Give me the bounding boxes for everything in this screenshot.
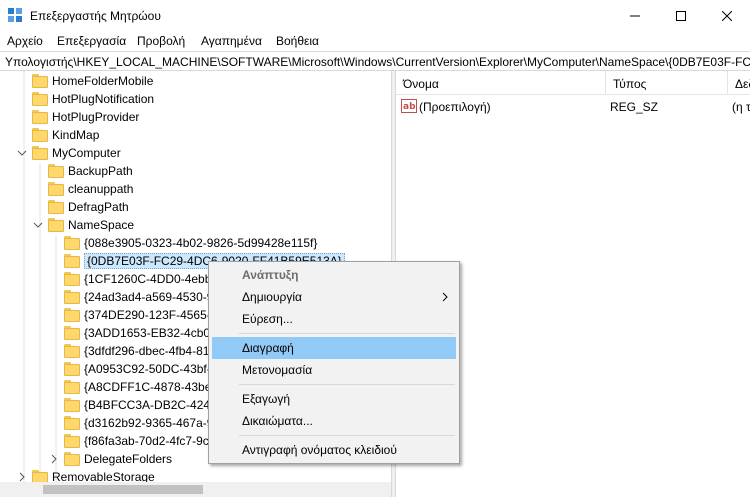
folder-icon bbox=[64, 434, 80, 448]
folder-icon bbox=[64, 398, 80, 412]
tree-item[interactable]: BackupPath bbox=[0, 162, 391, 180]
menu-separator bbox=[239, 435, 455, 436]
menu-bar: Αρχείο Επεξεργασία Προβολή Αγαπημένα Βοή… bbox=[0, 31, 750, 51]
menu-favorites[interactable]: Αγαπημένα bbox=[201, 34, 262, 48]
tree-item[interactable]: MyComputer bbox=[0, 144, 391, 162]
column-label: Τύπος bbox=[613, 77, 647, 91]
tree-item[interactable]: HotPlugProvider bbox=[0, 108, 391, 126]
folder-icon bbox=[64, 362, 80, 376]
tree-item-label: KindMap bbox=[52, 128, 100, 142]
column-header-data[interactable]: Δεδομένα bbox=[728, 71, 750, 95]
folder-icon bbox=[32, 128, 48, 142]
tree-item[interactable]: DefragPath bbox=[0, 198, 391, 216]
registry-editor-icon bbox=[8, 8, 22, 22]
value-type: REG_SZ bbox=[610, 100, 659, 114]
folder-icon bbox=[64, 272, 80, 286]
menu-item-label: Εξαγωγή bbox=[242, 392, 291, 406]
close-icon bbox=[722, 10, 732, 21]
address-path[interactable]: Υπολογιστής\HKEY_LOCAL_MACHINE\SOFTWARE\… bbox=[5, 55, 750, 69]
menu-help[interactable]: Βοήθεια bbox=[276, 34, 319, 48]
folder-icon bbox=[48, 218, 64, 232]
value-name: (Προεπιλογή) bbox=[419, 100, 491, 114]
tree-item-label: {088e3905-0323-4b02-9826-5d99428e115f} bbox=[84, 236, 318, 250]
menu-item-export[interactable]: Εξαγωγή bbox=[212, 388, 456, 410]
folder-icon bbox=[64, 380, 80, 394]
menu-item-label: Διαγραφή bbox=[242, 341, 294, 355]
menu-item-label: Δημιουργία bbox=[242, 290, 302, 304]
folder-icon bbox=[64, 236, 80, 250]
minimize-button[interactable] bbox=[612, 0, 658, 31]
menu-item-rename[interactable]: Μετονομασία bbox=[212, 359, 456, 381]
folder-icon bbox=[64, 416, 80, 430]
submenu-arrow-icon bbox=[442, 292, 448, 302]
folder-icon bbox=[48, 164, 64, 178]
menu-edit[interactable]: Επεξεργασία bbox=[57, 34, 126, 48]
menu-item-copy-key-name[interactable]: Αντιγραφή ονόματος κλειδιού bbox=[212, 439, 456, 461]
column-header-name[interactable]: Όνομα bbox=[396, 71, 606, 95]
menu-item-new[interactable]: Δημιουργία bbox=[212, 286, 456, 308]
menu-item-label: Αντιγραφή ονόματος κλειδιού bbox=[242, 443, 397, 457]
menu-file[interactable]: Αρχείο bbox=[7, 34, 43, 48]
menu-item-delete[interactable]: Διαγραφή bbox=[212, 337, 456, 359]
tree-item-label: cleanuppath bbox=[68, 182, 134, 196]
maximize-icon bbox=[676, 10, 686, 21]
minimize-icon bbox=[630, 15, 640, 16]
tree-item-label: HotPlugProvider bbox=[52, 110, 140, 124]
folder-icon bbox=[64, 344, 80, 358]
scrollbar-thumb[interactable] bbox=[43, 485, 203, 494]
chevron-down-icon[interactable] bbox=[17, 148, 27, 158]
list-row[interactable]: ab (Προεπιλογή) REG_SZ (η τιμή δεν έχει … bbox=[396, 97, 750, 115]
column-header-type[interactable]: Τύπος bbox=[606, 71, 728, 95]
svg-text:ab: ab bbox=[403, 102, 416, 112]
tree-item[interactable]: cleanuppath bbox=[0, 180, 391, 198]
tree-item[interactable]: HomeFolderMobile bbox=[0, 72, 391, 90]
menu-view[interactable]: Προβολή bbox=[137, 34, 185, 48]
folder-icon bbox=[32, 74, 48, 88]
tree-item[interactable]: KindMap bbox=[0, 126, 391, 144]
folder-icon bbox=[48, 182, 64, 196]
folder-icon bbox=[48, 200, 64, 214]
menu-item-label: Ανάπτυξη bbox=[242, 268, 299, 282]
menu-item-label: Δικαιώματα... bbox=[242, 414, 313, 428]
value-data: (η τιμή δεν έχει οριστεί) bbox=[732, 100, 750, 114]
close-button[interactable] bbox=[704, 0, 750, 31]
tree-item-label: MyComputer bbox=[52, 146, 121, 160]
tree-item-label: NameSpace bbox=[68, 218, 135, 232]
chevron-down-icon[interactable] bbox=[33, 220, 43, 230]
tree-item-label: BackupPath bbox=[68, 164, 133, 178]
column-label: Όνομα bbox=[403, 77, 439, 91]
folder-icon bbox=[64, 326, 80, 340]
chevron-right-icon[interactable] bbox=[17, 472, 27, 482]
tree-item-label: DefragPath bbox=[68, 200, 129, 214]
folder-icon bbox=[64, 452, 80, 466]
folder-icon bbox=[64, 290, 80, 304]
menu-item-find[interactable]: Εύρεση... bbox=[212, 308, 456, 330]
menu-item-expand[interactable]: Ανάπτυξη bbox=[212, 264, 456, 286]
folder-icon bbox=[32, 146, 48, 160]
menu-item-permissions[interactable]: Δικαιώματα... bbox=[212, 410, 456, 432]
column-label: Δεδομένα bbox=[735, 77, 750, 91]
menu-item-label: Εύρεση... bbox=[242, 312, 293, 326]
window-title: Επεξεργαστής Μητρώου bbox=[30, 9, 161, 23]
chevron-right-icon[interactable] bbox=[49, 454, 59, 464]
folder-icon bbox=[32, 110, 48, 124]
maximize-button[interactable] bbox=[658, 0, 704, 31]
title-bar: Επεξεργαστής Μητρώου bbox=[0, 0, 750, 31]
tree-item-label: DelegateFolders bbox=[84, 452, 173, 466]
folder-icon bbox=[64, 254, 80, 268]
horizontal-scrollbar[interactable] bbox=[0, 482, 391, 497]
menu-item-label: Μετονομασία bbox=[242, 363, 313, 377]
tree-item-label: HotPlugNotification bbox=[52, 92, 155, 106]
string-value-icon: ab bbox=[401, 99, 417, 113]
tree-item-label: HomeFolderMobile bbox=[52, 74, 154, 88]
menu-separator bbox=[239, 333, 455, 334]
tree-item[interactable]: NameSpace bbox=[0, 216, 391, 234]
address-bar[interactable]: Υπολογιστής\HKEY_LOCAL_MACHINE\SOFTWARE\… bbox=[0, 51, 750, 71]
folder-icon bbox=[64, 308, 80, 322]
folder-icon bbox=[32, 92, 48, 106]
tree-item[interactable]: HotPlugNotification bbox=[0, 90, 391, 108]
menu-separator bbox=[239, 384, 455, 385]
context-menu: Ανάπτυξη Δημιουργία Εύρεση... Διαγραφή Μ… bbox=[208, 261, 460, 464]
tree-item[interactable]: {088e3905-0323-4b02-9826-5d99428e115f} bbox=[0, 234, 391, 252]
